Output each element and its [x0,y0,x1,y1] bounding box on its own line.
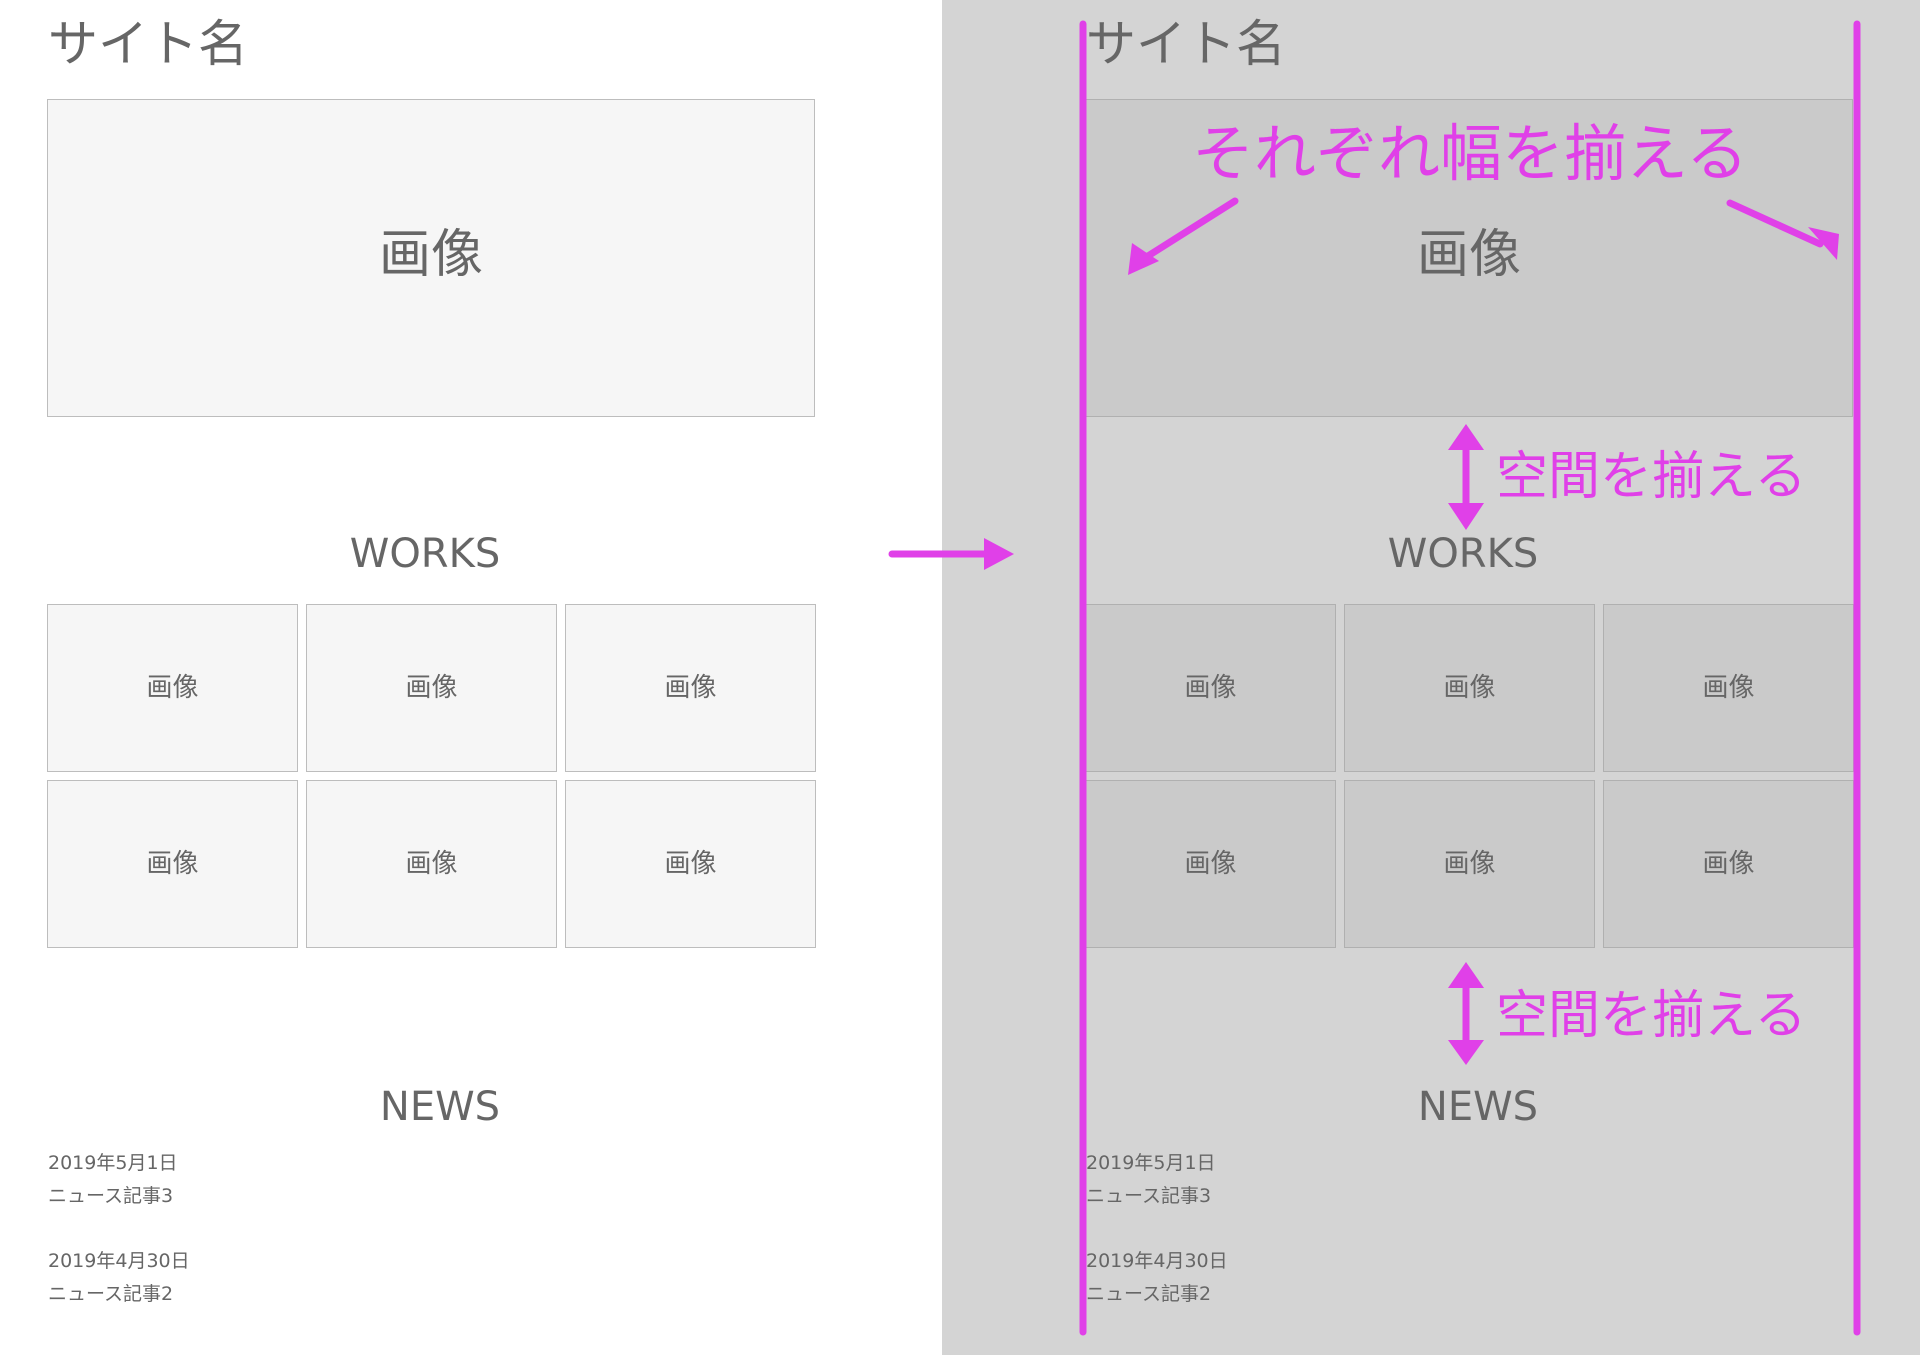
works-tile-label: 画像 [146,849,199,879]
works-tile: 画像 [47,780,298,948]
hero-image-placeholder: 画像 [47,99,815,417]
works-tile: 画像 [306,604,557,772]
annotation-align-spacing-bottom: 空間を揃える [1496,986,1807,1046]
works-tile: 画像 [565,780,816,948]
panel-before: サイト名 画像 WORKS 画像 画像 画像 画像 画像 画像 NEWS 201… [0,0,942,1355]
arrow-to-right-guide [1726,199,1839,260]
panel-after: サイト名 画像 WORKS 画像 画像 画像 画像 画像 画像 NEWS 201… [942,0,1920,1355]
news-date: 2019年4月30日 [48,1250,190,1272]
news-title: ニュース記事2 [48,1283,174,1305]
works-heading: WORKS [349,531,501,577]
works-tile-label: 画像 [405,849,458,879]
annotation-overlay [1079,20,1861,1336]
news-date: 2019年5月1日 [48,1152,178,1174]
site-name: サイト名 [48,15,248,73]
works-tile-label: 画像 [146,673,199,703]
hero-image-label: 画像 [378,225,483,285]
news-title: ニュース記事3 [48,1185,174,1207]
news-heading: NEWS [379,1084,501,1130]
spacing-arrow-bottom [1448,962,1484,1065]
arrow-to-left-guide [1128,197,1239,275]
works-tile: 画像 [306,780,557,948]
annotation-align-spacing-top: 空間を揃える [1496,447,1807,507]
works-tile-label: 画像 [405,673,458,703]
transition-arrow [888,538,1014,570]
spacing-arrow-top [1448,424,1484,530]
works-tile: 画像 [565,604,816,772]
annotation-align-widths: それぞれ幅を揃える [1192,117,1749,190]
works-tile-label: 画像 [664,673,717,703]
works-tile: 画像 [47,604,298,772]
works-tile-label: 画像 [664,849,717,879]
